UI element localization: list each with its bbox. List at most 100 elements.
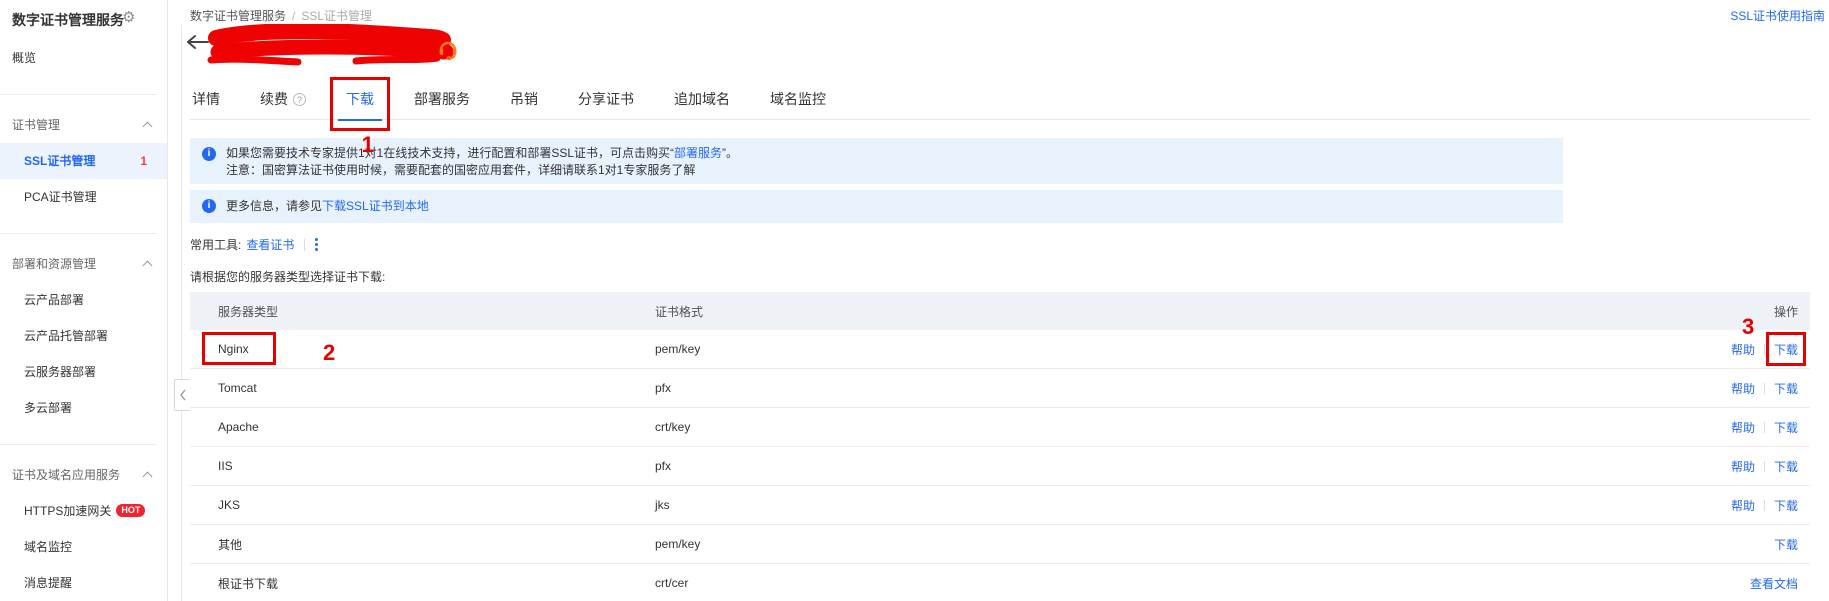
sidebar-section-header[interactable]: 证书管理: [0, 107, 167, 143]
ssl-console-page: 数字证书管理服务 ⚙ 概览 证书管理SSL证书管理1PCA证书管理部署和资源管理…: [0, 0, 1829, 601]
sidebar-item-overview[interactable]: 概览: [0, 40, 167, 76]
cert-format-cell: pfx: [655, 459, 1600, 473]
more-info-banner: 更多信息，请参见下载SSL证书到本地: [190, 190, 1563, 223]
divider: [1764, 461, 1765, 472]
view-cert-link[interactable]: 查看证书: [246, 236, 294, 253]
sidebar-item-label: PCA证书管理: [24, 190, 97, 204]
chevron-up-icon: [143, 261, 153, 271]
action-link[interactable]: 帮助: [1731, 460, 1755, 474]
action-wrap: 帮助: [1731, 341, 1755, 358]
column-header: 操作: [1600, 303, 1810, 320]
sidebar-item[interactable]: 多云部署: [0, 390, 167, 426]
action-link[interactable]: 帮助: [1731, 343, 1755, 357]
action-link[interactable]: 帮助: [1731, 499, 1755, 513]
sidebar-item[interactable]: 域名监控: [0, 529, 167, 565]
breadcrumb-root[interactable]: 数字证书管理服务: [190, 9, 286, 23]
server-type-cell: JKS: [190, 498, 655, 512]
sidebar-item[interactable]: PCA证书管理: [0, 179, 167, 215]
cert-download-table: 服务器类型证书格式操作 Nginx2pem/key帮助下载3Tomcatpfx帮…: [190, 292, 1810, 601]
tab-item[interactable]: 续费: [258, 80, 308, 120]
chevron-left-icon: [177, 387, 189, 403]
action-wrap: 下载: [1774, 380, 1798, 397]
chevron-up-icon: [143, 472, 153, 482]
table-header-row: 服务器类型证书格式操作: [190, 292, 1810, 330]
sidebar-item[interactable]: 云产品托管部署: [0, 318, 167, 354]
action-wrap: 帮助: [1731, 380, 1755, 397]
annotation-number-step2: 2: [323, 340, 335, 366]
server-type-cell: Tomcat: [190, 381, 655, 395]
action-link[interactable]: 查看文档: [1750, 577, 1798, 591]
server-type-cell: IIS: [190, 459, 655, 473]
sidebar-item-label: 域名监控: [24, 540, 72, 554]
server-type-label: IIS: [218, 459, 233, 473]
column-header: 证书格式: [655, 303, 1600, 320]
action-link[interactable]: 下载: [1774, 382, 1798, 396]
sidebar-item[interactable]: 云产品部署: [0, 282, 167, 318]
tab-label: 部署服务: [414, 91, 470, 107]
sidebar-item-label: 消息提醒: [24, 576, 72, 590]
tab-bar: 详情 续费 下载1 部署服务 吊销分享证书 追加域名 域名监控: [190, 80, 1810, 120]
server-type-text: 其他: [218, 538, 242, 552]
sidebar: 数字证书管理服务 ⚙ 概览 证书管理SSL证书管理1PCA证书管理部署和资源管理…: [0, 0, 168, 601]
divider: [1764, 500, 1765, 511]
content-divider: [181, 25, 182, 601]
banner-line-1: 如果您需要技术专家提供1对1在线技术支持，进行配置和部署SSL证书，可点击购买“…: [226, 145, 1551, 162]
cert-format-cell: pfx: [655, 381, 1600, 395]
action-wrap: 帮助: [1731, 419, 1755, 436]
sidebar-item-label: SSL证书管理: [24, 154, 95, 168]
server-type-label: 根证书下载: [218, 575, 278, 592]
annotation-box-step1: [330, 77, 390, 131]
action-link[interactable]: 下载: [1774, 499, 1798, 513]
tab-label: 域名监控: [770, 91, 826, 107]
download-local-doc-link[interactable]: 下载SSL证书到本地: [322, 199, 429, 213]
tab-item[interactable]: 分享证书: [576, 80, 636, 120]
cert-format-cell: crt/cer: [655, 576, 1600, 590]
action-link[interactable]: 下载: [1774, 460, 1798, 474]
action-wrap: 帮助: [1731, 458, 1755, 475]
sidebar-item[interactable]: 消息提醒: [0, 565, 167, 601]
action-link[interactable]: 下载: [1774, 421, 1798, 435]
sidebar-section-header[interactable]: 证书及域名应用服务: [0, 457, 167, 493]
actions-cell: 帮助 下载: [1600, 458, 1810, 475]
action-link[interactable]: 帮助: [1731, 421, 1755, 435]
cert-format-cell: jks: [655, 498, 1600, 512]
sidebar-item[interactable]: HTTPS加速网关 HOT: [0, 493, 167, 529]
tab-item[interactable]: 追加域名: [672, 80, 732, 120]
sidebar-item-label: HTTPS加速网关: [24, 504, 111, 518]
sidebar-section-header[interactable]: 部署和资源管理: [0, 246, 167, 282]
chevron-up-icon: [143, 122, 153, 132]
server-type-label: Tomcat: [218, 381, 257, 395]
tab-label: 追加域名: [674, 91, 730, 107]
annotation-box-step3: [1766, 332, 1806, 366]
deploy-service-link[interactable]: 部署服务: [674, 146, 722, 160]
tab-item[interactable]: 吊销: [508, 80, 540, 120]
headset-icon[interactable]: [437, 37, 459, 65]
action-link[interactable]: 帮助: [1731, 382, 1755, 396]
divider: [304, 239, 305, 251]
actions-cell: 帮助下载3: [1600, 341, 1810, 358]
annotation-box-step2: [202, 332, 276, 365]
sidebar-item-label: 云产品托管部署: [24, 329, 108, 343]
sidebar-item[interactable]: 云服务器部署: [0, 354, 167, 390]
hot-badge: HOT: [116, 504, 145, 517]
ssl-guide-link[interactable]: SSL证书使用指南: [1730, 7, 1825, 24]
table-row: Nginx2pem/key帮助下载3: [190, 330, 1810, 369]
sidebar-item-label: 云服务器部署: [24, 365, 96, 379]
action-wrap: 下载: [1774, 536, 1798, 553]
more-actions-icon[interactable]: [315, 243, 318, 246]
tab-label: 续费: [260, 91, 288, 107]
tab-item[interactable]: 域名监控: [768, 80, 828, 120]
tab-item[interactable]: 详情: [190, 80, 222, 120]
count-badge: 1: [140, 143, 147, 179]
server-type-cell: Nginx2: [190, 342, 655, 356]
table-hint: 请根据您的服务器类型选择证书下载:: [190, 268, 385, 285]
action-link[interactable]: 下载: [1774, 538, 1798, 552]
question-icon[interactable]: [293, 93, 306, 106]
action-wrap: 查看文档: [1750, 575, 1798, 592]
tab-item[interactable]: 部署服务: [412, 80, 472, 120]
sidebar-item[interactable]: SSL证书管理 1: [0, 143, 167, 179]
common-tools: 常用工具: 查看证书: [190, 236, 318, 253]
divider: [1764, 383, 1765, 394]
tab-item[interactable]: 下载1: [344, 80, 376, 120]
actions-cell: 帮助 下载: [1600, 380, 1810, 397]
